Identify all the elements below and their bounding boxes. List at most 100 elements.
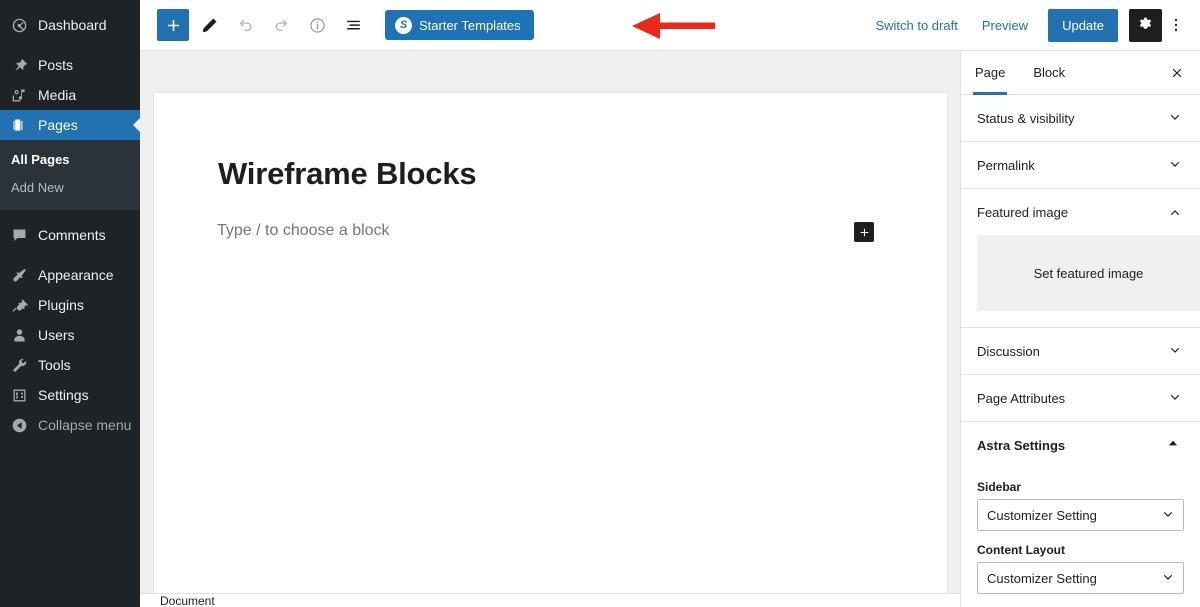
- sidebar-field-label: Sidebar: [977, 480, 1022, 494]
- starter-templates-label: Starter Templates: [419, 17, 521, 33]
- sidebar-item-label: Tools: [38, 357, 71, 374]
- details-button[interactable]: [301, 9, 333, 41]
- sidebar-item-label: Collapse menu: [38, 417, 132, 434]
- chevron-down-icon: [1166, 389, 1184, 407]
- sidebar-item-settings[interactable]: Settings: [0, 380, 140, 410]
- panel-astra-settings: Astra Settings Sidebar Customizer Settin…: [961, 422, 1200, 607]
- inline-block-inserter-button[interactable]: [854, 222, 874, 242]
- pin-icon: [9, 55, 29, 75]
- panel-permalink-toggle[interactable]: Permalink: [961, 142, 1200, 188]
- chevron-down-icon: [1159, 506, 1177, 524]
- panel-featured-image: Featured image Set featured image: [961, 189, 1200, 328]
- page-title[interactable]: Wireframe Blocks: [218, 155, 477, 192]
- media-icon: [9, 85, 29, 105]
- sidebar-item-tools[interactable]: Tools: [0, 350, 140, 380]
- sidebar-item-comments[interactable]: Comments: [0, 220, 140, 250]
- block-placeholder-text[interactable]: Type / to choose a block: [217, 222, 390, 240]
- header-toolbar-right: Switch to draft Preview Update: [863, 8, 1200, 42]
- close-sidebar-button[interactable]: [1162, 58, 1192, 88]
- block-inserter-toggle-button[interactable]: [157, 9, 189, 41]
- chevron-down-icon: [1166, 109, 1184, 127]
- more-options-button[interactable]: [1162, 9, 1190, 42]
- settings-sidebar: Page Block Status & visibility Permalink: [960, 51, 1200, 607]
- panel-astra-settings-body: Sidebar Customizer Setting Content Layou…: [961, 480, 1200, 607]
- sidebar-item-dashboard[interactable]: Dashboard: [0, 10, 140, 40]
- sidebar-item-pages[interactable]: Pages: [0, 110, 141, 140]
- wrench-icon: [9, 355, 29, 375]
- sidebar-item-label: Pages: [38, 117, 78, 133]
- panel-featured-image-toggle[interactable]: Featured image: [961, 189, 1200, 235]
- sidebar-item-label: Posts: [38, 57, 74, 73]
- undo-button[interactable]: [229, 9, 261, 41]
- dashboard-icon: [9, 15, 29, 35]
- submenu-item-label: All Pages: [11, 152, 70, 167]
- sidebar-item-plugins[interactable]: Plugins: [0, 290, 140, 320]
- sidebar-select-value: Customizer Setting: [987, 507, 1097, 523]
- sidebar-item-label: Settings: [38, 387, 89, 404]
- panel-permalink: Permalink: [961, 142, 1200, 189]
- submenu-item-add-new[interactable]: Add New: [0, 174, 140, 202]
- panel-astra-settings-toggle[interactable]: Astra Settings: [961, 422, 1200, 468]
- plus-icon: [167, 19, 179, 31]
- panel-status-visibility: Status & visibility: [961, 95, 1200, 142]
- pencil-icon: [202, 18, 216, 32]
- redo-button[interactable]: [265, 9, 297, 41]
- sidebar-item-media[interactable]: Media: [0, 80, 140, 110]
- panel-title: Featured image: [977, 204, 1069, 220]
- tab-block[interactable]: Block: [1019, 51, 1079, 95]
- sidebar-item-users[interactable]: Users: [0, 320, 140, 350]
- post-canvas[interactable]: Wireframe Blocks Type / to choose a bloc…: [153, 92, 948, 593]
- sidebar-item-label: Media: [38, 87, 77, 103]
- starter-templates-button[interactable]: S Starter Templates: [385, 10, 534, 40]
- tab-page[interactable]: Page: [961, 51, 1019, 95]
- panel-title: Page Attributes: [977, 390, 1066, 406]
- sidebar-item-label: Plugins: [38, 297, 84, 314]
- panel-discussion-toggle[interactable]: Discussion: [961, 328, 1200, 374]
- editor-status-bar: Document: [140, 593, 960, 607]
- switch-to-draft-button[interactable]: Switch to draft: [863, 12, 969, 39]
- content-layout-field-label: Content Layout: [977, 543, 1065, 557]
- content-layout-select[interactable]: Customizer Setting: [977, 562, 1184, 594]
- more-vertical-icon: [1174, 18, 1178, 32]
- submenu-item-label: Add New: [11, 180, 64, 196]
- panel-page-attributes-toggle[interactable]: Page Attributes: [961, 375, 1200, 421]
- sidebar-item-posts[interactable]: Posts: [0, 50, 140, 80]
- update-button[interactable]: Update: [1048, 8, 1118, 42]
- panel-title: Status & visibility: [977, 110, 1075, 126]
- panel-page-attributes: Page Attributes: [961, 375, 1200, 422]
- sidebar-select[interactable]: Customizer Setting: [977, 499, 1184, 531]
- panel-status-visibility-toggle[interactable]: Status & visibility: [961, 95, 1200, 141]
- collapse-arrow-icon: [9, 415, 29, 435]
- editor-header: S Starter Templates Switch to draft Prev…: [140, 0, 1200, 51]
- preview-button[interactable]: Preview: [970, 12, 1040, 39]
- content-layout-select-value: Customizer Setting: [987, 570, 1097, 586]
- settings-gear-button[interactable]: [1129, 8, 1162, 42]
- sidebar-item-collapse-menu[interactable]: Collapse menu: [0, 410, 140, 440]
- list-view-button[interactable]: [337, 9, 369, 41]
- gear-icon: [1139, 17, 1152, 29]
- pages-submenu: All Pages Add New: [0, 140, 140, 211]
- header-toolbar-left: S Starter Templates: [140, 9, 715, 41]
- user-icon: [9, 325, 29, 345]
- sidebar-item-label: Users: [38, 327, 75, 344]
- chevron-up-icon: [1166, 436, 1184, 454]
- wordpress-block-editor: Dashboard Posts Media Pages All Pages Ad…: [0, 0, 1200, 607]
- sidebar-item-label: Appearance: [38, 267, 114, 284]
- editor-canvas-area: Wireframe Blocks Type / to choose a bloc…: [140, 51, 960, 607]
- plus-icon: [860, 228, 868, 236]
- sliders-icon: [9, 385, 29, 405]
- tools-edit-button[interactable]: [193, 9, 225, 41]
- breadcrumb[interactable]: Document: [160, 594, 215, 607]
- panel-title: Permalink: [977, 157, 1035, 173]
- submenu-item-all-pages[interactable]: All Pages: [0, 146, 140, 174]
- redo-icon: [275, 19, 287, 31]
- comments-icon: [9, 225, 29, 245]
- set-featured-image-button[interactable]: Set featured image: [977, 235, 1200, 311]
- sidebar-item-appearance[interactable]: Appearance: [0, 260, 140, 290]
- annotation-arrow-icon: [632, 13, 715, 39]
- sidebar-item-label: Comments: [38, 227, 106, 244]
- panel-featured-image-body: Set featured image: [961, 235, 1200, 327]
- info-icon: [309, 17, 325, 33]
- paintbrush-icon: [9, 265, 29, 285]
- sidebar-item-label: Dashboard: [38, 17, 107, 33]
